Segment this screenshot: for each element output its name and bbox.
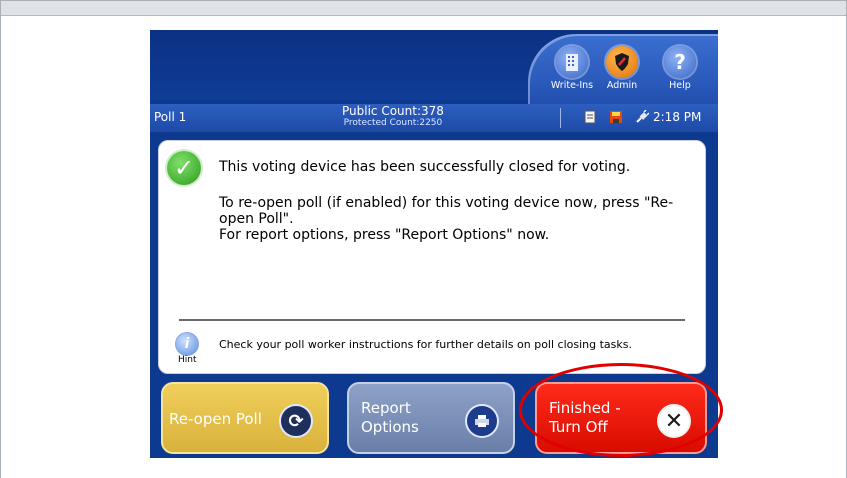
closed-message: This voting device has been successfully… [219, 159, 631, 175]
report-instruction: For report options, press "Report Option… [219, 227, 550, 243]
reopen-poll-button[interactable]: Re-open Poll ⟳ [161, 382, 329, 454]
status-bar: Poll 1 Public Count:378 Protected Count:… [150, 104, 718, 132]
report-options-label-line1: Report [361, 399, 411, 417]
write-ins-button[interactable]: Write-Ins [548, 42, 596, 100]
instructions-text: To re-open poll (if enabled) for this vo… [219, 195, 679, 243]
message-panel: ✓ This voting device has been successful… [158, 140, 706, 374]
finished-turn-off-text: Finished - Turn Off [549, 384, 621, 452]
write-ins-label: Write-Ins [550, 80, 594, 91]
divider [179, 319, 685, 321]
public-count: Public Count:378 [342, 104, 444, 118]
voting-device-screen: Write-Ins Admin ? Help Poll 1 Public Cou… [150, 30, 718, 458]
power-plug-icon [634, 109, 650, 125]
status-separator [560, 108, 561, 128]
reopen-poll-label: Re-open Poll [169, 410, 262, 428]
hint-label: Hint [178, 355, 197, 365]
report-options-button[interactable]: Report Options [347, 382, 515, 454]
finished-label-line2: Turn Off [549, 418, 608, 436]
report-options-text: Report Options [361, 384, 419, 452]
window-left-border [0, 15, 1, 478]
printer-icon [465, 404, 499, 438]
status-icons [582, 109, 650, 125]
refresh-icon: ⟳ [279, 404, 313, 438]
admin-label: Admin [606, 80, 638, 91]
question-icon: ? [664, 46, 696, 78]
building-icon [556, 46, 588, 78]
shield-icon [606, 46, 638, 78]
help-label: Help [669, 80, 691, 91]
admin-button[interactable]: Admin [598, 42, 646, 100]
save-disk-icon [608, 109, 624, 125]
checkmark-icon: ✓ [167, 151, 201, 185]
poll-label: Poll 1 [154, 110, 187, 124]
protected-count: Protected Count:2250 [343, 118, 443, 128]
help-button[interactable]: ? Help [656, 42, 704, 100]
hint-text: Check your poll worker instructions for … [219, 338, 632, 351]
clock: 2:18 PM [653, 110, 702, 124]
reopen-instruction: To re-open poll (if enabled) for this vo… [219, 195, 674, 227]
close-x-icon: ✕ [657, 404, 691, 438]
finished-label-line1: Finished - [549, 399, 621, 417]
info-icon: i [175, 332, 199, 356]
report-options-label-line2: Options [361, 418, 419, 436]
document-icon [582, 109, 598, 125]
finished-turn-off-button[interactable]: Finished - Turn Off ✕ [535, 382, 707, 454]
counts: Public Count:378 Protected Count:2250 [342, 105, 444, 129]
window-top-bar [0, 0, 847, 16]
